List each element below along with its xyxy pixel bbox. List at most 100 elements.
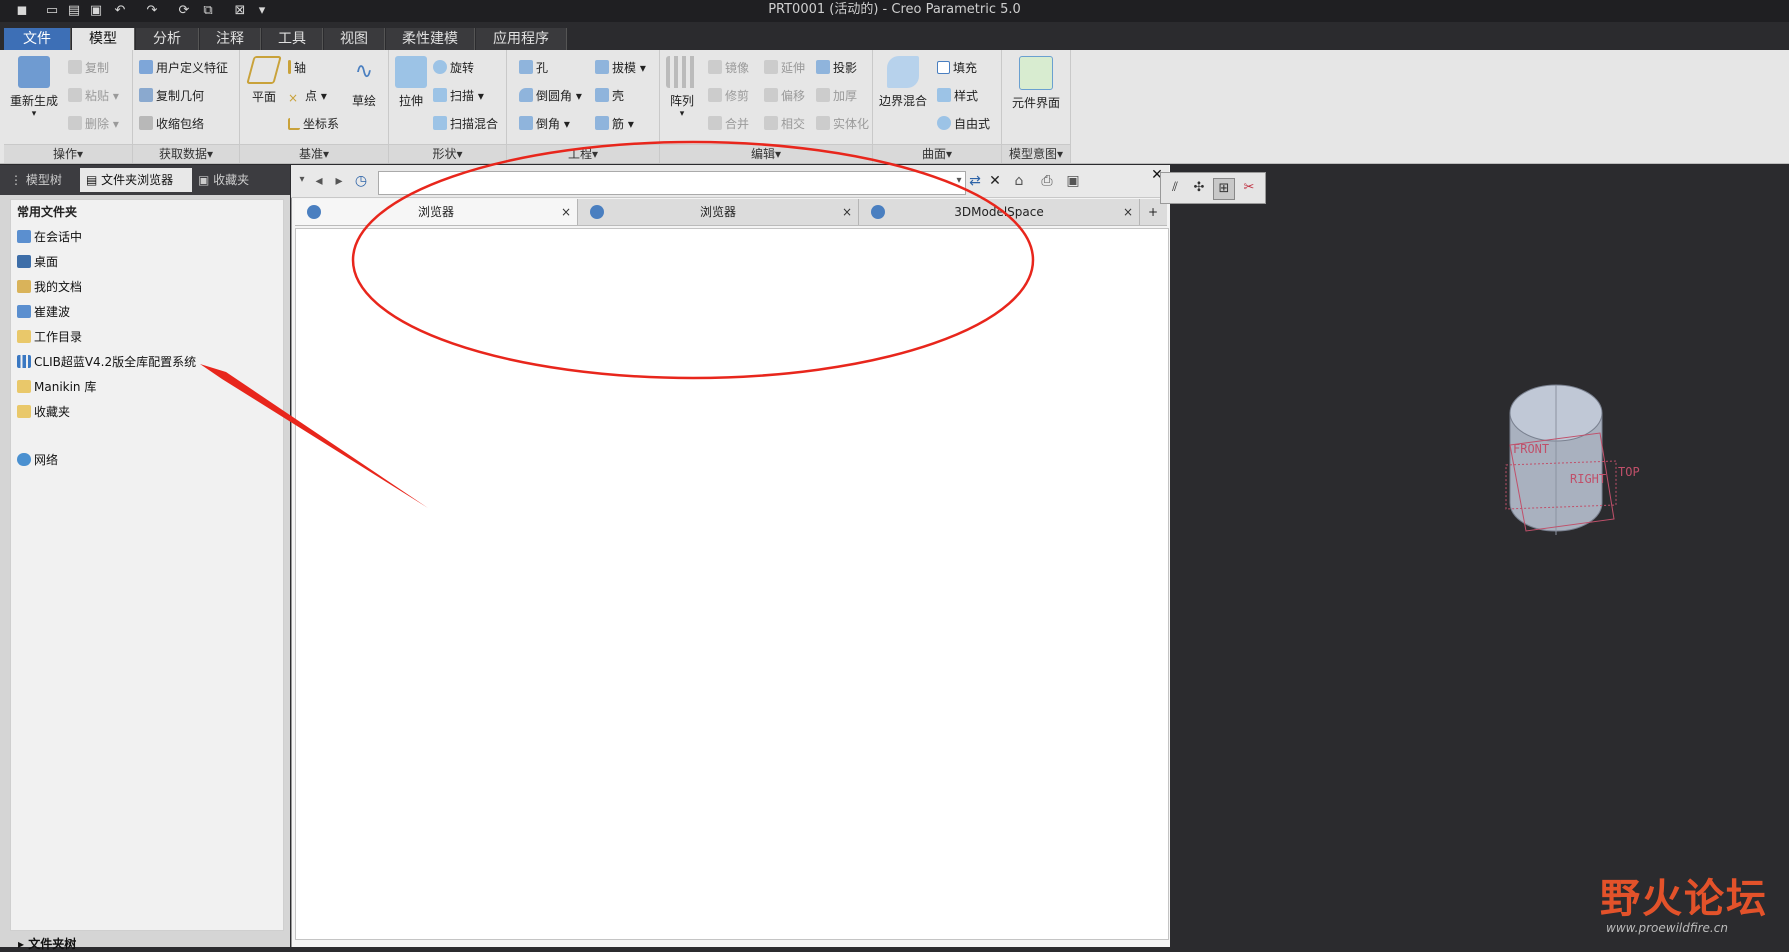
tab-favorites[interactable]: ▣ 收藏夹: [192, 168, 270, 192]
tab-model[interactable]: 模型: [72, 28, 135, 50]
print-icon[interactable]: ⎙: [1038, 172, 1056, 190]
tab-flexible-modeling[interactable]: 柔性建模: [386, 28, 475, 50]
group-editing: 阵列 ▾ 镜像 修剪 合并 延伸 偏移 相交 投影 加厚 实体化 编辑▾: [660, 50, 873, 163]
group-label-datum[interactable]: 基准▾: [240, 144, 388, 163]
tab-folder-browser[interactable]: ▤ 文件夹浏览器: [80, 168, 192, 192]
documents-icon: [17, 280, 31, 293]
revolve-button[interactable]: 旋转: [433, 60, 474, 76]
delete-button[interactable]: 删除 ▾: [68, 116, 119, 132]
point-button[interactable]: × 点 ▾: [288, 88, 327, 105]
folder-item-user[interactable]: 崔建波: [17, 303, 70, 320]
plane-button[interactable]: 平面: [244, 56, 284, 105]
freestyle-button[interactable]: 自由式: [937, 116, 990, 132]
home-icon[interactable]: ⌂: [1010, 172, 1028, 190]
nav-menu-icon[interactable]: ▾: [293, 171, 311, 189]
folder-item-clib[interactable]: CLIB超蓝V4.2版全库配置系统: [17, 353, 196, 370]
axis-button[interactable]: 轴: [288, 60, 306, 76]
sketch-button[interactable]: ∿ 草绘: [344, 56, 384, 109]
title-bar: ◼ ▭ ▤ ▣ ↶ ↷ ⟳ ⧉ ⊠ ▾ PRT0001 (活动的) - Creo…: [0, 0, 1789, 22]
stop-icon[interactable]: ✕: [986, 172, 1004, 190]
solidify-button[interactable]: 实体化: [816, 116, 869, 132]
navigator-tabs: ⋮ 模型树 ▤ 文件夹浏览器 ▣ 收藏夹: [0, 165, 290, 195]
paste-button[interactable]: 粘贴 ▾: [68, 88, 119, 104]
tab-tools[interactable]: 工具: [262, 28, 323, 50]
datum-label-right: RIGHT: [1570, 472, 1606, 486]
browser-tab-3[interactable]: 3DModelSpace ×: [859, 199, 1140, 225]
browser-tab-1[interactable]: 浏览器 ×: [295, 199, 578, 225]
folder-item-desktop[interactable]: 桌面: [17, 253, 58, 270]
address-input[interactable]: [378, 171, 966, 195]
component-interface-button[interactable]: 元件界面: [1006, 56, 1066, 111]
tab-model-tree[interactable]: ⋮ 模型树: [4, 168, 82, 192]
folder-list: 常用文件夹 在会话中 桌面 我的文档 崔建波 工作目录 CLIB超蓝V4.2版全…: [10, 199, 284, 931]
intersect-button[interactable]: 相交: [764, 116, 805, 132]
refresh-icon[interactable]: ⇄: [966, 172, 984, 190]
sweep-button[interactable]: 扫描 ▾: [433, 88, 484, 104]
group-label-editing[interactable]: 编辑▾: [660, 144, 872, 163]
folder-item-network[interactable]: 网络: [17, 451, 58, 468]
shrinkwrap-button[interactable]: 收缩包络: [139, 116, 204, 132]
project-button[interactable]: 投影: [816, 60, 857, 76]
udf-icon: [139, 60, 153, 74]
copy-button[interactable]: 复制: [68, 60, 109, 76]
hole-button[interactable]: 孔: [519, 60, 548, 76]
close-tab-icon[interactable]: ×: [1123, 199, 1133, 225]
style-button[interactable]: 样式: [937, 88, 978, 104]
fill-button[interactable]: 填充: [937, 60, 977, 76]
group-label-operations[interactable]: 操作▾: [4, 144, 132, 163]
shell-button[interactable]: 壳: [595, 88, 624, 104]
rib-button[interactable]: 筋 ▾: [595, 116, 634, 132]
tab-view[interactable]: 视图: [324, 28, 385, 50]
swept-blend-button[interactable]: 扫描混合: [433, 116, 498, 132]
close-tab-icon[interactable]: ×: [842, 199, 852, 225]
trim-button[interactable]: 修剪: [708, 88, 749, 104]
group-operations: 重新生成 ▾ 复制 粘贴 ▾ 删除 ▾ 操作▾: [4, 50, 133, 163]
mirror-icon: [708, 60, 722, 74]
tab-annotate[interactable]: 注释: [200, 28, 261, 50]
point-icon: ×: [288, 91, 299, 105]
copy-geometry-button[interactable]: 复制几何: [139, 88, 204, 104]
thicken-button[interactable]: 加厚: [816, 88, 857, 104]
ribbon: 重新生成 ▾ 复制 粘贴 ▾ 删除 ▾ 操作▾ 用户定义特征 复制几何 收缩包络 …: [0, 50, 1789, 164]
extrude-button[interactable]: 拉伸: [393, 56, 429, 109]
extend-button[interactable]: 延伸: [764, 60, 805, 76]
tab-applications[interactable]: 应用程序: [476, 28, 567, 50]
offset-button[interactable]: 偏移: [764, 88, 805, 104]
group-label-shapes[interactable]: 形状▾: [389, 144, 506, 163]
history-icon[interactable]: ◷: [352, 172, 370, 190]
regenerate-button[interactable]: 重新生成 ▾: [8, 56, 60, 119]
copy-icon: [68, 60, 82, 74]
csys-button[interactable]: 坐标系: [288, 116, 339, 132]
boundary-blend-button[interactable]: 边界混合: [877, 56, 929, 109]
tab-analysis[interactable]: 分析: [136, 28, 199, 50]
datum-label-front: FRONT: [1513, 442, 1549, 456]
folder-item-in-session[interactable]: 在会话中: [17, 228, 82, 245]
back-icon[interactable]: ◂: [310, 172, 328, 190]
round-button[interactable]: 倒圆角 ▾: [519, 88, 582, 104]
save-page-icon[interactable]: ▣: [1064, 172, 1082, 190]
component-interface-icon: [1019, 56, 1053, 90]
group-label-model-intent[interactable]: 模型意图▾: [1002, 144, 1070, 163]
pattern-button[interactable]: 阵列 ▾: [664, 56, 700, 119]
intersect-icon: [764, 116, 778, 130]
udf-button[interactable]: 用户定义特征: [139, 60, 228, 76]
chamfer-button[interactable]: 倒角 ▾: [519, 116, 570, 132]
group-label-engineering[interactable]: 工程▾: [507, 144, 659, 163]
folder-tree-header[interactable]: ▸ 文件夹树: [18, 935, 76, 952]
draft-button[interactable]: 拔模 ▾: [595, 60, 646, 76]
solidify-icon: [816, 116, 830, 130]
common-folders-header: 常用文件夹: [17, 205, 78, 219]
close-tab-icon[interactable]: ×: [561, 199, 571, 225]
folder-item-working-directory[interactable]: 工作目录: [17, 328, 82, 345]
browser-content[interactable]: [295, 228, 1169, 940]
tab-file[interactable]: 文件: [4, 28, 71, 50]
folder-item-manikin-library[interactable]: Manikin 库: [17, 378, 96, 395]
group-label-surfaces[interactable]: 曲面▾: [873, 144, 1001, 163]
browser-tab-2[interactable]: 浏览器 ×: [578, 199, 859, 225]
folder-item-favorites[interactable]: 收藏夹: [17, 403, 70, 420]
mirror-button[interactable]: 镜像: [708, 60, 749, 76]
group-label-get-data[interactable]: 获取数据▾: [133, 144, 239, 163]
forward-icon[interactable]: ▸: [330, 172, 348, 190]
folder-item-my-documents[interactable]: 我的文档: [17, 278, 82, 295]
merge-button[interactable]: 合并: [708, 116, 749, 132]
